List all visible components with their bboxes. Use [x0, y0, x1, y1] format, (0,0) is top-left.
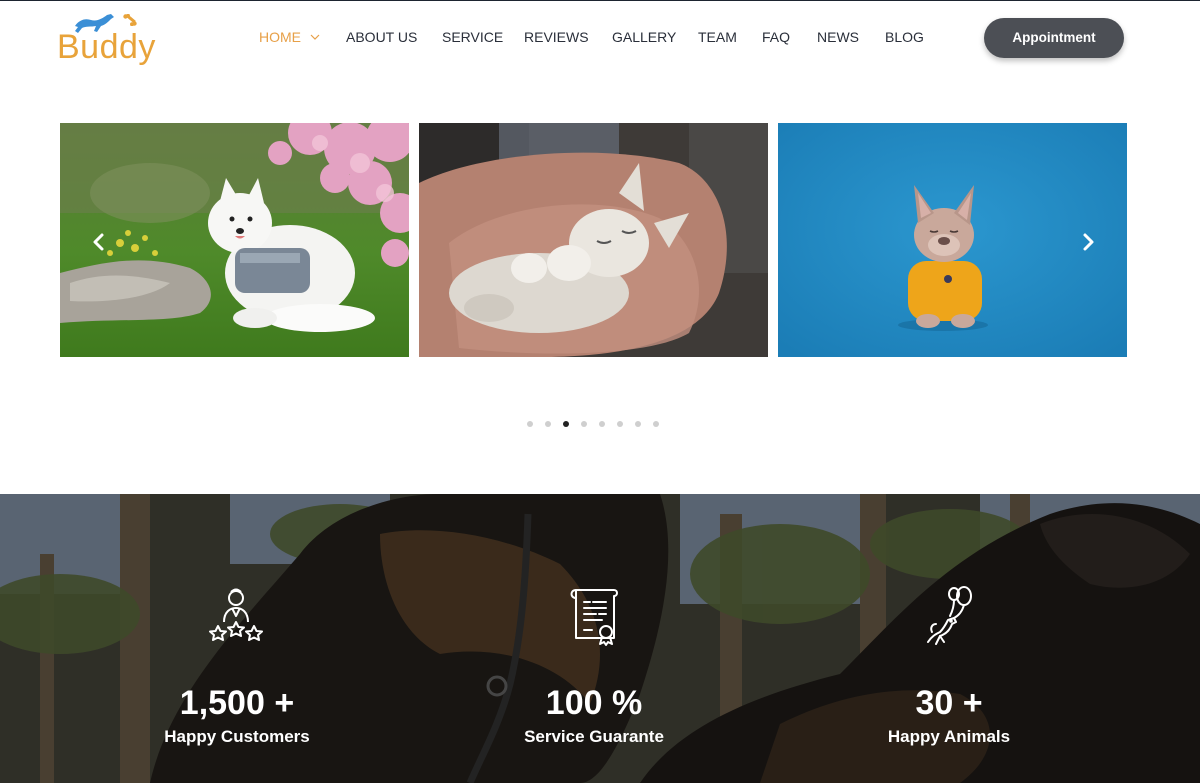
- customer-rating-icon: [209, 588, 263, 641]
- logo-text: Buddy: [57, 28, 156, 66]
- logo[interactable]: Buddy: [57, 12, 167, 68]
- chevron-left-icon[interactable]: [89, 230, 109, 254]
- slider-dot[interactable]: [581, 421, 587, 427]
- nav-service[interactable]: SERVICE: [442, 29, 503, 45]
- nav-about-us[interactable]: ABOUT US: [346, 29, 417, 45]
- appointment-button[interactable]: Appointment: [984, 18, 1124, 58]
- nav-news[interactable]: NEWS: [817, 29, 859, 45]
- nav-blog[interactable]: BLOG: [885, 29, 924, 45]
- nav-gallery[interactable]: GALLERY: [612, 29, 676, 45]
- nav-faq[interactable]: FAQ: [762, 29, 790, 45]
- nav-home-label: HOME: [259, 29, 301, 45]
- stat-value-customers: 1,500 +: [179, 684, 295, 722]
- slider-dot[interactable]: [545, 421, 551, 427]
- chevron-down-icon: [310, 34, 320, 40]
- stat-value-animals: 30 +: [915, 684, 983, 722]
- slider-dot[interactable]: [617, 421, 623, 427]
- bone-icon: [123, 14, 137, 26]
- certificate-icon: [570, 589, 618, 646]
- nav-team[interactable]: TEAM: [698, 29, 737, 45]
- slide-image-kitten[interactable]: [419, 123, 768, 357]
- nav-reviews[interactable]: REVIEWS: [524, 29, 589, 45]
- slide-image-dog-garden[interactable]: [60, 123, 409, 357]
- slider-dot-active[interactable]: [563, 421, 569, 427]
- dog-balloon-icon: [927, 586, 972, 645]
- stat-label-animals: Happy Animals: [887, 727, 1011, 746]
- slider-dot[interactable]: [599, 421, 605, 427]
- slide-image-bulldog[interactable]: [778, 123, 1127, 357]
- top-border: [0, 0, 1200, 1]
- slider-dot[interactable]: [527, 421, 533, 427]
- stat-label-guarantee: Service Guarante: [524, 727, 664, 746]
- slider-dot[interactable]: [635, 421, 641, 427]
- stat-value-guarantee: 100 %: [545, 684, 643, 722]
- stat-label-customers: Happy Customers: [164, 727, 310, 746]
- slider-dot[interactable]: [653, 421, 659, 427]
- chevron-right-icon[interactable]: [1078, 230, 1098, 254]
- nav-home[interactable]: HOME: [259, 29, 320, 45]
